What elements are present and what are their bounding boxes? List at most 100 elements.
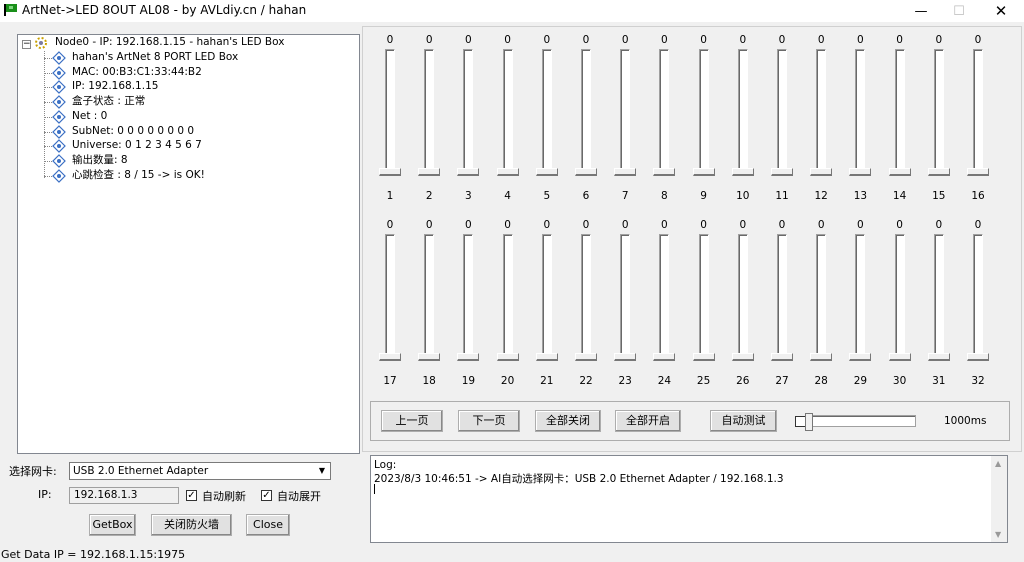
channel-fader-thumb[interactable] [888,353,911,361]
all-off-button[interactable]: 全部关闭 [535,410,601,432]
scroll-up-icon[interactable]: ▲ [995,459,1001,468]
channel-fader[interactable] [855,234,866,359]
channel-number: 26 [736,375,750,387]
channel-fader[interactable] [737,49,748,174]
channel-fader[interactable] [581,49,591,174]
channel-fader-thumb[interactable] [418,168,441,176]
channel-fader[interactable] [541,234,552,359]
channel-fader-thumb[interactable] [927,168,950,176]
tree-item[interactable]: hahan's ArtNet 8 PORT LED Box [72,50,238,65]
nic-select[interactable]: USB 2.0 Ethernet Adapter ▼ [69,462,331,480]
channel-fader[interactable] [855,49,866,174]
scroll-down-icon[interactable]: ▼ [995,530,1001,539]
channel-fader-thumb[interactable] [731,353,754,361]
window-close-button[interactable]: ✕ [978,0,1024,22]
channel-fader-thumb[interactable] [575,353,597,361]
tree-item[interactable]: SubNet: 0 0 0 0 0 0 0 0 [72,124,194,139]
prev-page-button[interactable]: 上一页 [381,410,443,432]
channel-fader[interactable] [581,234,591,359]
channel-fader-thumb[interactable] [418,353,441,361]
channel-fader[interactable] [463,234,474,359]
channel-fader-thumb[interactable] [535,168,558,176]
tree-item[interactable]: 盒子状态 : 正常 [72,94,145,109]
auto-speed-slider-thumb[interactable] [805,413,813,431]
channel-fader-thumb[interactable] [496,168,519,176]
channel-fader[interactable] [659,234,670,359]
channel-fader-thumb[interactable] [771,168,793,176]
channel-fader-thumb[interactable] [692,168,715,176]
channel-fader[interactable] [424,49,435,174]
channel-fader[interactable] [933,234,944,359]
channel-fader[interactable] [502,49,513,174]
tree-item[interactable]: MAC: 00:B3:C1:33:44:B2 [72,65,202,80]
log-panel[interactable]: Log: 2023/8/3 10:46:51 -> AI自动选择网卡：USB 2… [370,455,1008,543]
auto-expand-checkbox[interactable]: ✓ [261,490,272,501]
channel-fader-thumb[interactable] [457,353,480,361]
channel-fader[interactable] [973,234,983,359]
channel-fader-thumb[interactable] [731,168,754,176]
channel-fader[interactable] [777,234,787,359]
channel-fader-thumb[interactable] [692,353,715,361]
channel-fader[interactable] [973,49,983,174]
channel-fader-thumb[interactable] [496,353,519,361]
channel-fader[interactable] [541,49,552,174]
tree-item[interactable]: 心跳检查 : 8 / 15 -> is OK! [72,168,205,183]
channel-fader[interactable] [816,49,827,174]
channel-fader-thumb[interactable] [653,353,676,361]
auto-refresh-checkbox[interactable]: ✓ [186,490,197,501]
channel-fader[interactable] [777,49,787,174]
channel-fader[interactable] [933,49,944,174]
channel-fader[interactable] [424,234,435,359]
channel-fader-thumb[interactable] [810,353,833,361]
channel-fader[interactable] [737,234,748,359]
tree-root-node[interactable]: Node0 - IP: 192.168.1.15 - hahan's LED B… [55,35,284,50]
tree-item[interactable]: Universe: 0 1 2 3 4 5 6 7 [72,138,202,153]
channel-fader[interactable] [816,234,827,359]
channel-fader-thumb[interactable] [967,353,989,361]
tree-item[interactable]: 输出数量: 8 [72,153,128,168]
channel-fader[interactable] [385,49,395,174]
channel-fader[interactable] [894,49,905,174]
channel-fader-thumb[interactable] [575,168,597,176]
getbox-button[interactable]: GetBox [89,514,136,536]
channel-fader-thumb[interactable] [457,168,480,176]
channel-fader[interactable] [463,49,474,174]
channel-fader[interactable] [894,234,905,359]
channel-fader[interactable] [502,234,513,359]
channel-fader-thumb[interactable] [535,353,558,361]
channel-fader[interactable] [659,49,670,174]
channel-fader-thumb[interactable] [849,353,872,361]
channel-fader[interactable] [620,234,631,359]
channel-value: 0 [425,34,433,46]
channel-value: 0 [386,219,394,231]
channel-fader-thumb[interactable] [379,168,401,176]
tree-item[interactable]: Net : 0 [72,109,107,124]
tree-item[interactable]: IP: 192.168.1.15 [72,79,158,94]
firewall-off-button[interactable]: 关闭防火墙 [151,514,232,536]
close-button[interactable]: Close [246,514,290,536]
log-scrollbar[interactable]: ▲ ▼ [991,456,1007,542]
channel-fader-thumb[interactable] [849,168,872,176]
next-page-button[interactable]: 下一页 [458,410,520,432]
channel-fader[interactable] [698,234,709,359]
channel-fader-thumb[interactable] [927,353,950,361]
ip-field[interactable]: 192.168.1.3 [69,487,179,504]
channel-fader-thumb[interactable] [614,353,637,361]
channel-fader-thumb[interactable] [653,168,676,176]
channel-fader[interactable] [698,49,709,174]
auto-speed-slider[interactable] [810,415,916,427]
all-on-button[interactable]: 全部开启 [615,410,681,432]
channel-fader[interactable] [385,234,395,359]
chevron-down-icon[interactable]: ▼ [314,463,330,479]
channel-fader-thumb[interactable] [614,168,637,176]
channel-fader-thumb[interactable] [888,168,911,176]
channel-fader[interactable] [620,49,631,174]
channel-fader-thumb[interactable] [810,168,833,176]
channel-fader-thumb[interactable] [379,353,401,361]
tree-collapse-toggle[interactable]: − [22,40,31,49]
device-tree[interactable]: − Node0 - IP: 192.168.1.15 - hahan's LED… [17,34,360,454]
auto-test-button[interactable]: 自动测试 [710,410,777,432]
maximize-button[interactable]: ☐ [936,0,982,22]
channel-fader-thumb[interactable] [771,353,793,361]
channel-fader-thumb[interactable] [967,168,989,176]
